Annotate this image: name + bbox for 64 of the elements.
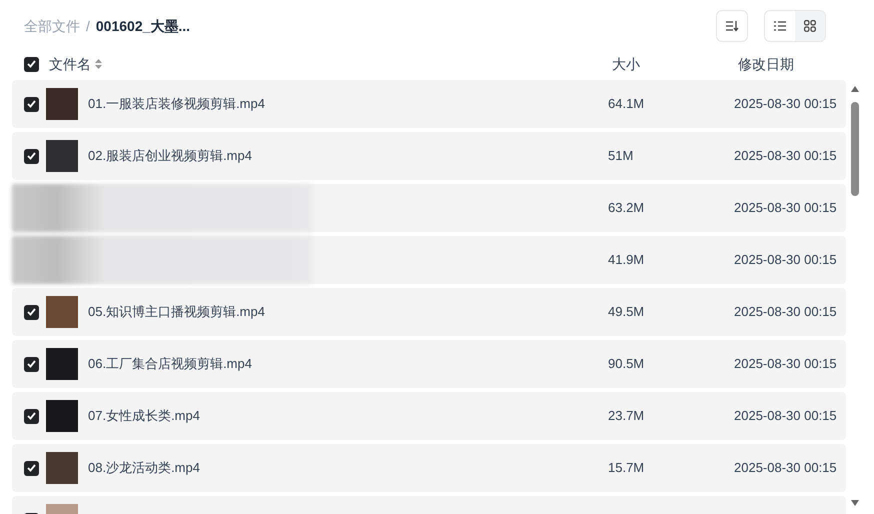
file-row[interactable]: 06.工厂集合店视频剪辑.mp4 90.5M 2025-08-30 00:15 (12, 340, 846, 388)
video-thumbnail (46, 88, 78, 120)
modified-date: 2025-08-30 00:15 (734, 147, 837, 166)
column-header: 大小 (612, 54, 640, 74)
modified-date: 2025-08-30 00:15 (734, 407, 837, 426)
modified-date: 2025-08-30 00:15 (734, 95, 837, 114)
scroll-down-icon[interactable] (851, 500, 859, 506)
file-name[interactable]: 01.一服装店装修视频剪辑.mp4 (88, 94, 265, 114)
file-row[interactable]: 05.知识博主口播视频剪辑.mp4 49.5M 2025-08-30 00:15 (12, 288, 846, 336)
video-thumbnail (46, 452, 78, 484)
checkmark-icon (27, 308, 36, 316)
modified-date: 2025-08-30 00:15 (734, 355, 837, 374)
file-row[interactable]: 07.女性成长类.mp4 23.7M 2025-08-30 00:15 (12, 392, 846, 440)
file-name[interactable]: 05.知识博主口播视频剪辑.mp4 (88, 302, 265, 322)
file-size: 64.1M (608, 95, 644, 114)
scroll-up-icon[interactable] (851, 86, 859, 92)
modified-date: 2025-08-30 00:15 (734, 303, 837, 322)
video-thumbnail (46, 348, 78, 380)
checkmark-icon (27, 152, 36, 160)
column-header: 修改日期 (738, 54, 794, 74)
row-checkbox[interactable] (24, 148, 39, 164)
sort-toggle-icon[interactable] (95, 59, 102, 69)
file-size: 90.5M (608, 355, 644, 374)
row-checkbox[interactable] (24, 356, 39, 372)
list-icon (774, 21, 786, 31)
modified-date: 2025-08-30 00:15 (734, 199, 837, 218)
row-checkbox[interactable] (24, 408, 39, 424)
file-name[interactable]: 08.沙龙活动类.mp4 (88, 458, 200, 478)
file-size: 41.9M (608, 251, 644, 270)
video-thumbnail (46, 296, 78, 328)
file-name[interactable]: 06.工厂集合店视频剪辑.mp4 (88, 354, 252, 374)
modified-date: 2025-08-30 00:15 (734, 459, 837, 478)
file-size: 15.7M (608, 459, 644, 478)
scrollbar-thumb[interactable] (851, 102, 859, 196)
file-size: 23.7M (608, 407, 644, 426)
checkmark-icon (27, 100, 36, 108)
checkmark-icon (27, 360, 36, 368)
file-row[interactable]: 01.一服装店装修视频剪辑.mp4 64.1M 2025-08-30 00:15 (12, 80, 846, 128)
sort-button[interactable] (716, 10, 748, 42)
list-view-button[interactable] (765, 11, 795, 41)
row-checkbox[interactable] (24, 460, 39, 476)
checkmark-icon (27, 464, 36, 472)
file-name[interactable]: 07.女性成长类.mp4 (88, 406, 200, 426)
row-checkbox[interactable] (24, 304, 39, 320)
file-row[interactable]: 41.9M 2025-08-30 00:15 (12, 236, 846, 284)
breadcrumb-separator: / (86, 16, 90, 36)
file-name[interactable]: 02.服装店创业视频剪辑.mp4 (88, 146, 252, 166)
video-thumbnail (46, 140, 78, 172)
file-size: 63.2M (608, 199, 644, 218)
breadcrumb-link[interactable]: 001602_大墨... (96, 16, 190, 36)
select-all-checkbox[interactable] (24, 56, 39, 72)
file-size: 49.5M (608, 303, 644, 322)
sort-icon (725, 20, 739, 32)
video-thumbnail (46, 400, 78, 432)
file-row[interactable]: 63.2M 2025-08-30 00:15 (12, 184, 846, 232)
column-header[interactable]: 文件名 (49, 54, 91, 74)
checkmark-icon (27, 60, 36, 68)
row-checkbox[interactable] (24, 96, 39, 112)
file-size: 51M (608, 147, 634, 166)
modified-date: 2025-08-30 00:15 (734, 251, 837, 270)
checkmark-icon (27, 412, 36, 420)
grid-icon (804, 20, 816, 32)
file-row[interactable]: 02.服装店创业视频剪辑.mp4 51M 2025-08-30 00:15 (12, 132, 846, 180)
file-row[interactable]: 08.沙龙活动类.mp4 15.7M 2025-08-30 00:15 (12, 444, 846, 492)
